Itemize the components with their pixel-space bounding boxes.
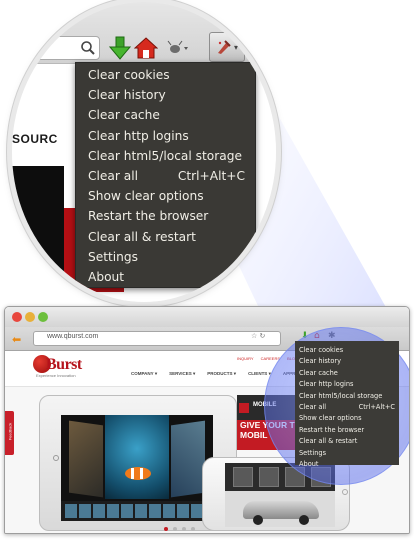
reload-star-icons[interactable]: ☆ ↻ xyxy=(251,332,265,340)
clownfish-image xyxy=(125,467,151,480)
menu-item-show-clear-options[interactable]: Show clear options xyxy=(299,413,399,424)
menu-item-clear-history[interactable]: Clear history xyxy=(76,85,255,105)
search-icon[interactable] xyxy=(78,38,98,58)
pager-dot[interactable] xyxy=(173,527,177,531)
gallery-left-image xyxy=(69,420,103,498)
clear-cache-extension-icon[interactable]: ▾ xyxy=(209,32,245,62)
nav-products[interactable]: PRODUCTS ▾ xyxy=(207,371,236,377)
tablet-screen-gallery xyxy=(61,415,213,521)
clear-cache-menu: Clear cookies Clear history Clear cache … xyxy=(75,62,256,288)
menu-item-settings[interactable]: Settings xyxy=(76,247,255,267)
menu-item-clear-cookies[interactable]: Clear cookies xyxy=(76,65,255,85)
menu-item-clear-cache[interactable]: Clear cache xyxy=(299,368,399,379)
home-icon[interactable] xyxy=(133,35,159,61)
feedback-label: Feedback xyxy=(7,422,13,441)
pager-dot[interactable] xyxy=(191,527,195,531)
menu-item-clear-all-restart[interactable]: Clear all & restart xyxy=(299,436,399,447)
menu-item-about[interactable]: About xyxy=(76,267,255,287)
maximize-window-button[interactable] xyxy=(38,312,48,322)
nav-services[interactable]: SERVICES ▾ xyxy=(169,371,195,377)
phone-home-button xyxy=(342,489,348,495)
gallery-main-image xyxy=(105,415,169,499)
browser-window: ⬅ www.qburst.com ☆ ↻ ⬇ ⌂ ✱ Burst Experie… xyxy=(4,306,410,534)
page-dark-panel xyxy=(12,166,64,296)
slider-pager xyxy=(164,527,195,531)
menu-item-clear-html5-storage[interactable]: Clear html5/local storage xyxy=(299,391,399,402)
menu-item-clear-all[interactable]: Clear all Ctrl+Alt+C xyxy=(76,166,255,186)
menu-item-clear-html5-storage[interactable]: Clear html5/local storage xyxy=(76,146,255,166)
logo-tagline: Experience Innovation xyxy=(36,373,76,378)
pager-dot[interactable] xyxy=(182,527,186,531)
logo-wordmark: Burst xyxy=(46,356,82,373)
menu-item-about[interactable]: About xyxy=(299,459,399,470)
menu-item-clear-http-logins[interactable]: Clear http logins xyxy=(76,126,255,146)
menu-item-restart-browser[interactable]: Restart the browser xyxy=(76,206,255,226)
qburst-logo[interactable]: Burst Experience Innovation xyxy=(33,355,97,381)
menu-item-clear-all[interactable]: Clear all Ctrl+Alt+C xyxy=(299,402,399,413)
bug-icon[interactable] xyxy=(164,35,190,61)
title-bar xyxy=(5,307,409,327)
close-window-button[interactable] xyxy=(12,312,22,322)
gallery-right-image xyxy=(171,420,205,498)
address-text: www.qburst.com xyxy=(47,333,99,340)
menu-item-clear-cookies[interactable]: Clear cookies xyxy=(299,345,399,356)
clear-cache-menu-small: Clear cookies Clear history Clear cache … xyxy=(295,341,399,468)
menu-item-clear-all-restart[interactable]: Clear all & restart xyxy=(76,227,255,247)
nav-clients[interactable]: CLIENTS ▾ xyxy=(248,371,271,377)
page-heading-fragment: SOURC xyxy=(12,132,58,146)
menu-item-clear-http-logins[interactable]: Clear http logins xyxy=(299,379,399,390)
menu-item-restart-browser[interactable]: Restart the browser xyxy=(299,425,399,436)
shortcut-label: Ctrl+Alt+C xyxy=(358,402,395,411)
magnified-view: ▾ SOURC Clear cookies Clear history Clea… xyxy=(12,2,276,302)
menu-item-clear-cache[interactable]: Clear cache xyxy=(76,105,255,125)
tablet-home-button xyxy=(53,455,59,461)
nav-company[interactable]: COMPANY ▾ xyxy=(131,371,157,377)
minimize-window-button[interactable] xyxy=(25,312,35,322)
shortcut-label: Ctrl+Alt+C xyxy=(177,168,245,183)
download-arrow-icon[interactable] xyxy=(107,35,133,61)
menu-item-settings[interactable]: Settings xyxy=(299,448,399,459)
top-link-inquiry[interactable]: INQUIRY xyxy=(237,356,254,361)
menu-item-show-clear-options[interactable]: Show clear options xyxy=(76,186,255,206)
back-arrow-icon[interactable]: ⬅ xyxy=(12,333,21,346)
mobile-chip-icon xyxy=(239,403,249,413)
thumbnail-strip xyxy=(61,501,213,521)
composite-screenshot: ▾ SOURC Clear cookies Clear history Clea… xyxy=(0,0,414,546)
pager-dot[interactable] xyxy=(164,527,168,531)
menu-item-clear-history[interactable]: Clear history xyxy=(299,356,399,367)
